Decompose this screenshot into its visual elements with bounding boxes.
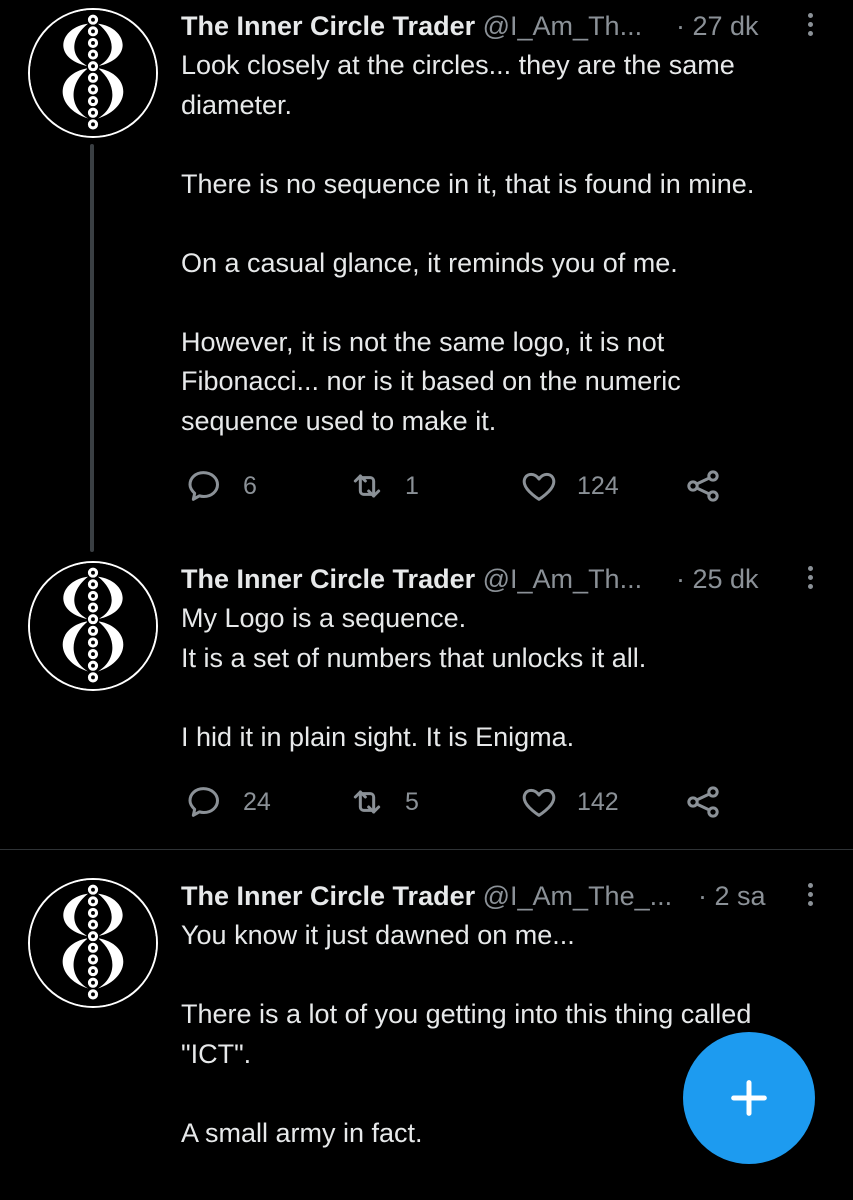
tweet[interactable]: The Inner Circle Trader @I_Am_Th... · 25…	[0, 553, 853, 849]
share-icon	[687, 786, 719, 818]
like-button[interactable]: 124	[519, 466, 619, 506]
text-line: However, it is not the same logo, it is …	[181, 326, 665, 357]
tweet-header: The Inner Circle Trader @I_Am_Th... · 27…	[181, 10, 793, 42]
text-line: diameter.	[181, 89, 293, 120]
like-count: 124	[577, 471, 619, 500]
heart-icon	[522, 472, 556, 501]
tweet-header: The Inner Circle Trader @I_Am_The_... · …	[181, 880, 793, 912]
avatar[interactable]	[28, 878, 158, 1008]
author-handle[interactable]: @I_Am_Th...	[483, 564, 642, 594]
text-line: You know it just dawned on me...	[181, 920, 575, 950]
reply-count: 24	[243, 787, 271, 816]
tweet-actions: 6 1 124	[181, 466, 833, 506]
more-vertical-icon[interactable]	[805, 880, 815, 912]
author-name[interactable]: The Inner Circle Trader	[181, 881, 475, 911]
timestamp[interactable]: · 2 sa	[698, 880, 766, 912]
tweet-text: My Logo is a sequence. It is a set of nu…	[181, 599, 833, 757]
retweet-count: 5	[405, 787, 419, 816]
tweet-text: Look closely at the circles... they are …	[181, 46, 833, 441]
more-vertical-icon[interactable]	[805, 10, 815, 42]
like-count: 142	[577, 787, 619, 816]
retweet-count: 1	[405, 471, 419, 500]
text-line: sequence used to make it.	[181, 405, 497, 436]
tweet-header: The Inner Circle Trader @I_Am_Th... · 25…	[181, 563, 793, 595]
tweet[interactable]: The Inner Circle Trader @I_Am_Th... · 27…	[0, 0, 853, 552]
reply-icon	[188, 787, 219, 817]
reply-button[interactable]: 24	[185, 782, 271, 822]
retweet-icon	[353, 790, 381, 814]
like-button[interactable]: 142	[519, 782, 619, 822]
retweet-button[interactable]: 1	[347, 466, 419, 506]
text-line: On a casual glance, it reminds you of me…	[181, 247, 678, 278]
divider	[0, 849, 853, 850]
reply-icon	[188, 471, 219, 501]
text-line: My Logo is a sequence.	[181, 603, 467, 633]
retweet-button[interactable]: 5	[347, 782, 419, 822]
share-button[interactable]	[683, 782, 723, 822]
more-vertical-icon[interactable]	[805, 563, 815, 595]
share-icon	[687, 470, 719, 502]
text-line: There is a lot of you getting into this …	[181, 999, 752, 1029]
text-line: Look closely at the circles... they are …	[181, 50, 735, 80]
tweet-actions: 24 5 142	[181, 782, 833, 822]
text-line: There is no sequence in it, that is foun…	[181, 168, 755, 199]
timestamp[interactable]: · 27 dk	[676, 10, 759, 42]
retweet-icon	[353, 474, 381, 498]
ict-logo-avatar	[30, 10, 156, 136]
ict-logo-avatar	[30, 880, 156, 1006]
text-line: It is a set of numbers that unlocks it a…	[181, 642, 647, 673]
author-handle[interactable]: @I_Am_Th...	[483, 11, 642, 41]
compose-tweet-button[interactable]	[683, 1032, 815, 1164]
reply-count: 6	[243, 471, 257, 500]
ict-logo-avatar	[30, 563, 156, 689]
text-line: Fibonacci... nor is it based on the nume…	[181, 366, 681, 396]
plus-icon	[731, 1080, 767, 1116]
timestamp[interactable]: · 25 dk	[676, 563, 759, 595]
avatar[interactable]	[28, 561, 158, 691]
text-line: I hid it in plain sight. It is Enigma.	[181, 721, 575, 752]
author-name[interactable]: The Inner Circle Trader	[181, 564, 475, 594]
reply-button[interactable]: 6	[185, 466, 257, 506]
heart-icon	[522, 788, 556, 817]
share-button[interactable]	[683, 466, 723, 506]
avatar[interactable]	[28, 8, 158, 138]
author-handle[interactable]: @I_Am_The_...	[483, 881, 673, 911]
author-name[interactable]: The Inner Circle Trader	[181, 11, 475, 41]
thread-line	[90, 144, 94, 552]
